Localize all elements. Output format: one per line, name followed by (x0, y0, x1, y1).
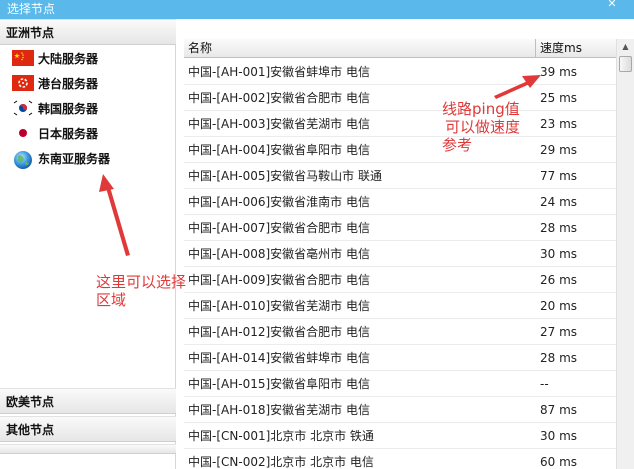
table-row[interactable]: 中国-[CN-002]北京市 北京市 电信 60 ms (184, 449, 616, 469)
table-scrollbar[interactable]: ▲ (616, 39, 634, 469)
server-name: 中国-[AH-002]安徽省合肥市 电信 (188, 91, 370, 105)
server-name: 中国-[AH-004]安徽省阜阳市 电信 (188, 143, 370, 157)
table-row[interactable]: 中国-[AH-018]安徽省芜湖市 电信 87 ms (184, 397, 616, 423)
ping-annotation-line: 参考 (442, 136, 473, 154)
server-name: 中国-[CN-001]北京市 北京市 铁通 (188, 429, 374, 443)
server-speed: 60 ms (540, 455, 578, 469)
korea-flag-icon (12, 100, 34, 116)
server-name: 中国-[AH-001]安徽省蚌埠市 电信 (188, 65, 370, 79)
ping-annotation-line: 可以做速度 (445, 118, 521, 136)
window-titlebar: 选择节点 ✕ (0, 0, 634, 19)
hongkong-flag-icon (12, 75, 34, 91)
china-flag-icon (12, 50, 34, 66)
region-annotation: 这里可以选择 区域 (96, 273, 206, 309)
server-name: 中国-[AH-015]安徽省阜阳市 电信 (188, 377, 370, 391)
server-name: 中国-[AH-007]安徽省合肥市 电信 (188, 221, 370, 235)
close-icon[interactable]: ✕ (604, 0, 620, 10)
table-row[interactable]: 中国-[AH-008]安徽省亳州市 电信 30 ms (184, 241, 616, 267)
server-name: 中国-[CN-002]北京市 北京市 电信 (188, 455, 374, 469)
ping-annotation: 线路ping值 可以做速度 参考 (442, 100, 552, 154)
region-hk-tw[interactable]: 港台服务器 (12, 73, 98, 93)
group-europe-america-nodes[interactable]: 欧美节点 (0, 388, 176, 414)
server-name: 中国-[AH-014]安徽省蚌埠市 电信 (188, 351, 370, 365)
server-name: 中国-[AH-008]安徽省亳州市 电信 (188, 247, 370, 261)
globe-icon (12, 150, 34, 169)
server-name: 中国-[AH-018]安徽省芜湖市 电信 (188, 403, 370, 417)
server-speed: 87 ms (540, 403, 578, 417)
scroll-thumb[interactable] (619, 56, 632, 72)
server-name: 中国-[AH-006]安徽省淮南市 电信 (188, 195, 370, 209)
server-name: 中国-[AH-010]安徽省芜湖市 电信 (188, 299, 370, 313)
window-title: 选择节点 (7, 2, 56, 16)
server-speed: 26 ms (540, 273, 578, 287)
table-row[interactable]: 中国-[AH-005]安徽省马鞍山市 联通 77 ms (184, 163, 616, 189)
table-header: 名称 速度ms (184, 39, 616, 58)
region-annotation-line: 区域 (96, 291, 127, 309)
server-speed: 28 ms (540, 221, 578, 235)
group-partial-header (0, 444, 176, 454)
table-row[interactable]: 中国-[AH-010]安徽省芜湖市 电信 20 ms (184, 293, 616, 319)
ping-annotation-line: 线路ping值 (442, 100, 520, 118)
region-label: 东南亚服务器 (38, 151, 111, 166)
server-name: 中国-[AH-005]安徽省马鞍山市 联通 (188, 169, 382, 183)
region-annotation-line: 这里可以选择 (96, 273, 187, 291)
table-row[interactable]: 中国-[AH-006]安徽省淮南市 电信 24 ms (184, 189, 616, 215)
server-speed: 24 ms (540, 195, 578, 209)
server-name: 中国-[AH-012]安徽省合肥市 电信 (188, 325, 370, 339)
region-label: 港台服务器 (38, 76, 99, 91)
server-speed: -- (540, 377, 549, 391)
table-row[interactable]: 中国-[AH-014]安徽省蚌埠市 电信 28 ms (184, 345, 616, 371)
region-label: 大陆服务器 (38, 51, 99, 66)
server-speed: 20 ms (540, 299, 578, 313)
table-row[interactable]: 中国-[CN-001]北京市 北京市 铁通 30 ms (184, 423, 616, 449)
column-header-name[interactable]: 名称 (184, 39, 536, 58)
region-southeast-asia[interactable]: 东南亚服务器 (12, 148, 111, 169)
server-speed: 77 ms (540, 169, 578, 183)
table-row[interactable]: 中国-[AH-015]安徽省阜阳市 电信 -- (184, 371, 616, 397)
server-speed: 30 ms (540, 429, 578, 443)
japan-flag-icon (12, 125, 34, 141)
region-mainland[interactable]: 大陆服务器 (12, 48, 98, 68)
scroll-up-icon[interactable]: ▲ (617, 39, 634, 55)
server-name: 中国-[AH-009]安徽省合肥市 电信 (188, 273, 370, 287)
group-asia-nodes[interactable]: 亚洲节点 (0, 19, 176, 45)
table-row[interactable]: 中国-[AH-012]安徽省合肥市 电信 27 ms (184, 319, 616, 345)
server-speed: 27 ms (540, 325, 578, 339)
server-speed: 39 ms (540, 65, 578, 79)
table-row[interactable]: 中国-[AH-007]安徽省合肥市 电信 28 ms (184, 215, 616, 241)
table-row[interactable]: 中国-[AH-009]安徽省合肥市 电信 26 ms (184, 267, 616, 293)
region-korea[interactable]: 韩国服务器 (12, 98, 98, 118)
group-other-nodes[interactable]: 其他节点 (0, 416, 176, 442)
region-label: 韩国服务器 (38, 101, 99, 116)
region-japan[interactable]: 日本服务器 (12, 123, 98, 143)
server-speed: 30 ms (540, 247, 578, 261)
server-speed: 28 ms (540, 351, 578, 365)
table-row[interactable]: 中国-[AH-001]安徽省蚌埠市 电信 39 ms (184, 59, 616, 85)
server-name: 中国-[AH-003]安徽省芜湖市 电信 (188, 117, 370, 131)
region-label: 日本服务器 (38, 126, 99, 141)
column-header-speed[interactable]: 速度ms (536, 39, 616, 58)
